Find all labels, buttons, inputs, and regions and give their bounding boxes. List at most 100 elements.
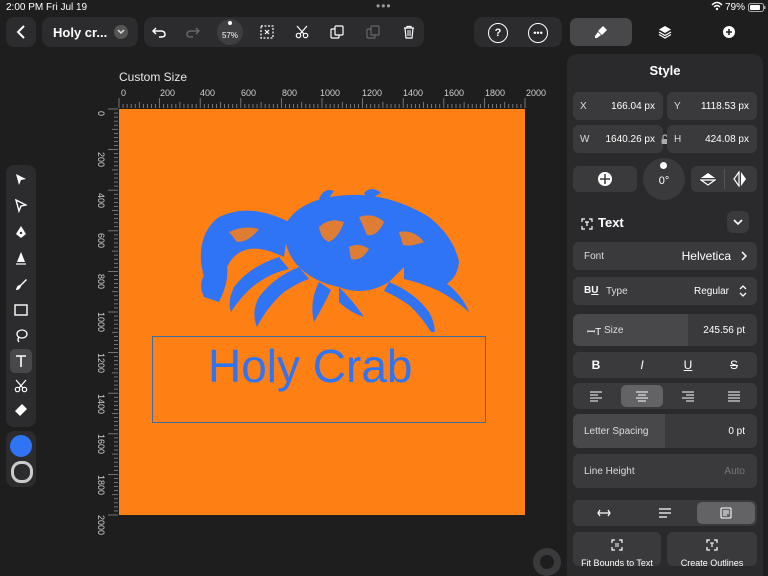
- artboard[interactable]: Holy Crab: [119, 109, 525, 515]
- vertical-ruler-ticks: [108, 108, 118, 516]
- h-label: H: [674, 134, 682, 145]
- move-arrows-icon: [598, 172, 612, 186]
- text-section-title: Text: [598, 215, 624, 230]
- align-position-button[interactable]: [573, 166, 637, 192]
- rotation-dial[interactable]: 0°: [643, 158, 685, 200]
- brush-tool-icon: [16, 279, 27, 290]
- panel-title: Style: [649, 63, 681, 78]
- h-tick-label: 1400: [403, 88, 424, 98]
- divider: [724, 169, 725, 189]
- crab-illustration[interactable]: [189, 187, 473, 332]
- type-value: Regular: [693, 286, 729, 297]
- align-right-icon[interactable]: [667, 385, 709, 407]
- copy-icon[interactable]: [326, 21, 348, 43]
- size-field[interactable]: ꟷT Size 245.56 pt: [573, 314, 757, 346]
- type-label: Type: [606, 286, 628, 297]
- lasso-tool[interactable]: [10, 325, 32, 347]
- align-justify-icon[interactable]: [713, 385, 755, 407]
- select-box-icon[interactable]: [256, 21, 278, 43]
- create-outlines-button[interactable]: Create Outlines: [667, 532, 757, 568]
- font-label: Font: [584, 251, 605, 262]
- h-tick-label: 200: [160, 88, 176, 98]
- direct-select-icon: [15, 199, 27, 213]
- width-field[interactable]: W 1640.26 px: [573, 125, 663, 153]
- create-outlines-label: Create Outlines: [680, 558, 744, 568]
- tab-style[interactable]: [570, 18, 632, 46]
- text-selection-box[interactable]: Holy Crab: [152, 336, 486, 423]
- bold-button[interactable]: B: [575, 354, 617, 376]
- y-field[interactable]: Y 1118.53 px: [667, 92, 757, 120]
- x-label: X: [580, 101, 587, 112]
- v-tick-label: 1400: [96, 394, 106, 415]
- h-tick-label: 1800: [485, 88, 506, 98]
- paste-icon[interactable]: [362, 21, 384, 43]
- more-icon[interactable]: •••: [528, 23, 548, 43]
- w-value: 1640.26 px: [605, 134, 656, 145]
- height-field[interactable]: H 424.08 px: [667, 125, 757, 153]
- battery-percent: 79%: [725, 2, 746, 13]
- scissor-tool[interactable]: [10, 375, 32, 397]
- select-tool[interactable]: [10, 169, 32, 191]
- size-label: Size: [604, 325, 624, 336]
- v-tick-label: 200: [96, 152, 106, 168]
- collapse-section-button[interactable]: [727, 211, 749, 233]
- document-title-button[interactable]: Holy cr...: [42, 17, 138, 47]
- multitasking-dots-icon[interactable]: •••: [376, 0, 392, 13]
- zoom-indicator[interactable]: 57%: [217, 19, 243, 45]
- letter-spacing-field[interactable]: Letter Spacing 0 pt: [573, 414, 757, 448]
- align-center-icon[interactable]: [621, 385, 663, 407]
- text-size-icon: ꟷT: [587, 327, 602, 338]
- fit-bounds-button[interactable]: Fit Bounds to Text: [573, 532, 661, 568]
- plus-circle-icon: [723, 26, 735, 38]
- auto-height-icon[interactable]: [636, 502, 694, 524]
- rectangle-icon: [14, 304, 28, 316]
- eraser-icon: [15, 404, 27, 416]
- italic-button[interactable]: I: [621, 354, 663, 376]
- flip-vertical-icon[interactable]: [695, 169, 721, 189]
- shape-tool[interactable]: [10, 299, 32, 321]
- scissors-icon[interactable]: [291, 21, 313, 43]
- align-left-icon[interactable]: [575, 385, 617, 407]
- text-align-segmented: [573, 383, 757, 409]
- pencil-tool[interactable]: [10, 247, 32, 269]
- canvas-action-button[interactable]: [533, 548, 561, 576]
- tab-add[interactable]: [698, 18, 760, 46]
- help-icon[interactable]: ?: [488, 23, 508, 43]
- letter-spacing-label: Letter Spacing: [584, 426, 649, 437]
- redo-icon[interactable]: [182, 21, 204, 43]
- canvas-text[interactable]: Holy Crab: [208, 339, 413, 393]
- edit-toolbar: 57%: [144, 17, 424, 47]
- v-tick-label: 400: [96, 193, 106, 209]
- stroke-color-swatch[interactable]: [11, 461, 33, 483]
- scissor-tool-icon: [14, 379, 28, 393]
- x-field[interactable]: X 166.04 px: [573, 92, 663, 120]
- fixed-size-icon[interactable]: [697, 502, 755, 524]
- v-tick-label: 2000: [96, 515, 106, 536]
- font-selector[interactable]: Font Helvetica: [573, 242, 757, 270]
- underline-button[interactable]: U: [667, 354, 709, 376]
- fill-color-swatch[interactable]: [10, 435, 32, 457]
- text-tool[interactable]: [10, 349, 32, 373]
- pen-tool[interactable]: [10, 221, 32, 243]
- w-label: W: [580, 134, 590, 145]
- h-tick-label: 1600: [444, 88, 465, 98]
- zoom-dot-icon: [228, 21, 232, 25]
- strikethrough-button[interactable]: S: [713, 354, 755, 376]
- trash-icon[interactable]: [398, 21, 420, 43]
- auto-width-icon[interactable]: [575, 502, 633, 524]
- brush-tool[interactable]: [10, 273, 32, 295]
- eraser-tool[interactable]: [10, 399, 32, 421]
- x-value: 166.04 px: [611, 101, 655, 112]
- tab-layers[interactable]: [634, 18, 696, 46]
- v-tick-label: 1200: [96, 353, 106, 374]
- back-button[interactable]: [6, 17, 36, 47]
- flip-horizontal-icon[interactable]: [727, 169, 753, 189]
- undo-icon[interactable]: [148, 21, 170, 43]
- font-value: Helvetica: [681, 249, 731, 263]
- text-section-header: Text: [567, 207, 763, 239]
- flip-controls: [691, 166, 757, 192]
- type-selector[interactable]: BU Type Regular: [573, 277, 757, 305]
- direct-select-tool[interactable]: [10, 195, 32, 217]
- zoom-level: 57%: [221, 30, 238, 40]
- line-height-field[interactable]: Line Height Auto: [573, 454, 757, 488]
